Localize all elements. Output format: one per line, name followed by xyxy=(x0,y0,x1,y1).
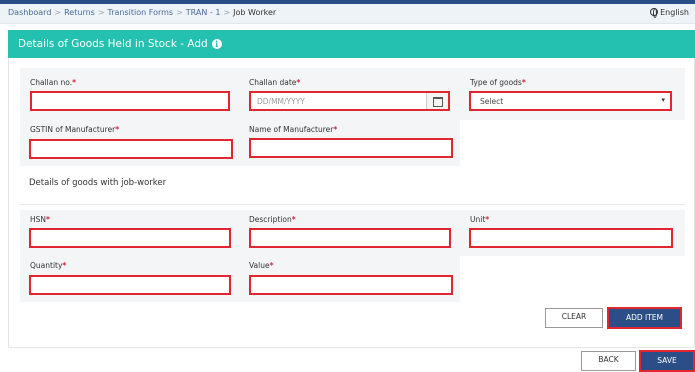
type-of-goods-value: Select xyxy=(480,97,504,106)
language-selector[interactable]: English xyxy=(650,8,689,18)
back-button[interactable]: BACK xyxy=(581,351,636,371)
hsn-label: HSN* xyxy=(30,215,50,224)
challan-date-input[interactable]: DD/MM/YYYY xyxy=(249,91,450,111)
manufacturer-name-input[interactable] xyxy=(249,138,453,158)
unit-input[interactable] xyxy=(469,228,673,248)
description-label: Description* xyxy=(249,215,296,224)
challan-no-input[interactable] xyxy=(30,91,230,111)
calendar-icon[interactable] xyxy=(426,93,448,109)
challan-date-placeholder: DD/MM/YYYY xyxy=(257,97,305,106)
save-button[interactable]: SAVE xyxy=(639,350,695,372)
breadcrumb-job-worker: Job Worker xyxy=(233,8,277,17)
panel-title: Details of Goods Held in Stock - Add i xyxy=(18,38,222,50)
type-of-goods-label: Type of goods* xyxy=(470,78,526,87)
clear-button[interactable]: CLEAR xyxy=(545,308,603,328)
language-label: English xyxy=(660,8,689,17)
manufacturer-name-label: Name of Manufacturer* xyxy=(249,125,338,134)
breadcrumb-transition-forms[interactable]: Transition Forms xyxy=(108,8,174,17)
hsn-input[interactable] xyxy=(29,228,231,248)
value-label: Value* xyxy=(249,261,274,270)
panel-title-text: Details of Goods Held in Stock - Add xyxy=(18,38,208,50)
breadcrumb-dashboard[interactable]: Dashboard xyxy=(8,8,51,17)
breadcrumb-tran-1[interactable]: TRAN - 1 xyxy=(186,8,221,17)
add-item-button[interactable]: ADD ITEM xyxy=(607,307,682,329)
quantity-input[interactable] xyxy=(29,275,231,295)
info-icon[interactable]: i xyxy=(211,39,222,49)
unit-label: Unit* xyxy=(470,215,490,224)
chevron-down-icon: ▾ xyxy=(661,96,665,104)
breadcrumb-separator: > xyxy=(54,8,62,17)
type-of-goods-select[interactable]: Select ▾ xyxy=(469,91,672,111)
breadcrumb-bar: Dashboard > Returns > Transition Forms > TRAN … xyxy=(0,4,695,24)
section-divider xyxy=(20,204,685,205)
gstin-label: GSTIN of Manufacturer* xyxy=(30,125,120,134)
breadcrumb: Dashboard > Returns > Transition Forms > TRAN … xyxy=(8,8,276,17)
breadcrumb-separator: > xyxy=(176,8,183,17)
breadcrumb-separator: > xyxy=(223,8,231,17)
panel-header: Details of Goods Held in Stock - Add i xyxy=(8,30,695,58)
description-input[interactable] xyxy=(249,228,451,248)
breadcrumb-separator: > xyxy=(97,8,105,17)
challan-date-label: Challan date* xyxy=(249,78,301,87)
breadcrumb-returns[interactable]: Returns xyxy=(64,8,95,17)
gstin-input[interactable] xyxy=(29,139,233,159)
job-worker-heading: Details of goods with job-worker xyxy=(29,178,167,188)
quantity-label: Quantity* xyxy=(30,261,67,270)
globe-icon xyxy=(650,8,659,18)
challan-no-label: Challan no.* xyxy=(30,78,77,87)
value-input[interactable] xyxy=(249,275,453,295)
